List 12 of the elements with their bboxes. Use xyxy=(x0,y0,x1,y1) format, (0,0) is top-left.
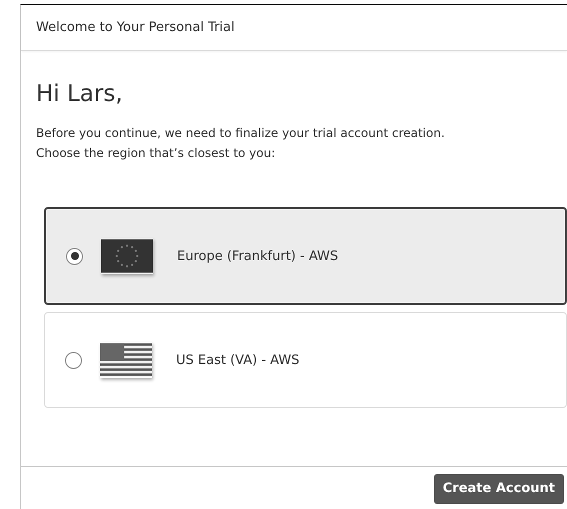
create-account-button[interactable]: Create Account xyxy=(434,474,564,504)
flag-icon xyxy=(101,238,153,274)
radio-button[interactable] xyxy=(65,352,82,368)
region-option[interactable]: Europe (Frankfurt) - AWS xyxy=(44,207,567,305)
radio-button[interactable] xyxy=(66,248,83,264)
region-label: Europe (Frankfurt) - AWS xyxy=(177,248,338,264)
greeting-heading: Hi Lars, xyxy=(36,81,124,107)
region-label: US East (VA) - AWS xyxy=(176,352,300,368)
dialog-title: Welcome to Your Personal Trial xyxy=(36,20,235,35)
flag-icon xyxy=(100,342,152,378)
region-option[interactable]: US East (VA) - AWS xyxy=(44,312,567,408)
intro-text: Before you continue, we need to finalize your trial account creation. Choose the region that’s closest to you: xyxy=(36,125,446,162)
